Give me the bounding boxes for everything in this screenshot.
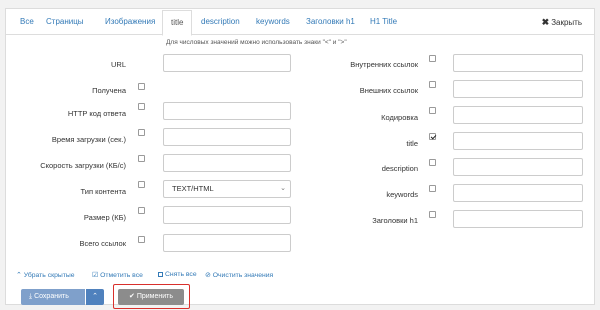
received-checkbox[interactable] [138, 83, 145, 90]
url-input[interactable] [163, 54, 291, 72]
check-all-link[interactable]: ☑ Отметить все [92, 271, 143, 279]
save-button[interactable]: ⤓ Сохранить [21, 289, 85, 305]
size-input[interactable] [163, 206, 291, 224]
http-code-input[interactable] [163, 102, 291, 120]
checkbox-checked-icon: ☑ [92, 272, 99, 279]
content-type-label: Тип контента [80, 187, 126, 196]
total-links-input[interactable] [163, 234, 291, 252]
size-checkbox[interactable] [138, 207, 145, 214]
tab-keywords[interactable]: keywords [256, 9, 290, 35]
hide-hidden-link[interactable]: ⌃ Убрать скрытые [16, 271, 75, 279]
internal-links-label: Внутренних ссылок [350, 60, 418, 69]
internal-links-checkbox[interactable] [429, 55, 436, 62]
h1-headings-checkbox[interactable] [429, 211, 436, 218]
close-button[interactable]: ✖ Закрыть [542, 9, 582, 35]
external-links-input[interactable] [453, 80, 583, 98]
size-label: Размер (КБ) [83, 213, 126, 222]
filter-panel: Все Страницы Изображения title descripti… [5, 8, 595, 309]
check-all-label: Отметить все [100, 272, 143, 279]
keywords-input[interactable] [453, 184, 583, 202]
ban-icon: ⊘ [205, 272, 211, 279]
description-checkbox[interactable] [429, 159, 436, 166]
check-icon: ✔ [129, 293, 135, 300]
tab-bar: Все Страницы Изображения title descripti… [6, 9, 594, 36]
close-icon: ✖ [541, 17, 550, 27]
encoding-input[interactable] [453, 106, 583, 124]
uncheck-all-link[interactable]: Снять все [158, 271, 197, 278]
encoding-label: Кодировка [381, 113, 418, 122]
tab-h1-title[interactable]: H1 Title [370, 9, 397, 35]
http-code-checkbox[interactable] [138, 103, 145, 110]
h1-headings-label: Заголовки h1 [372, 216, 418, 225]
content-type-value: TEXT/HTML [172, 184, 214, 193]
external-links-label: Внешних ссылок [359, 86, 418, 95]
received-label: Получена [92, 86, 126, 95]
content-type-select[interactable]: TEXT/HTML ⌄ [163, 180, 291, 198]
tab-h1-headings[interactable]: Заголовки h1 [306, 9, 355, 35]
title-label: title [406, 139, 418, 148]
total-links-label: Всего ссылок [79, 239, 126, 248]
content-type-checkbox[interactable] [138, 181, 145, 188]
clear-values-link[interactable]: ⊘ Очистить значения [205, 271, 273, 279]
load-speed-checkbox[interactable] [138, 155, 145, 162]
http-code-label: HTTP код ответа [67, 109, 126, 118]
internal-links-input[interactable] [453, 54, 583, 72]
keywords-checkbox[interactable] [429, 185, 436, 192]
download-icon: ⤓ [29, 293, 33, 300]
external-links-checkbox[interactable] [429, 81, 436, 88]
tab-description[interactable]: description [201, 9, 240, 35]
close-label: Закрыть [551, 18, 582, 27]
apply-label: Применить [136, 293, 173, 300]
title-checkbox[interactable] [429, 133, 436, 140]
tab-images[interactable]: Изображения [105, 9, 155, 35]
load-speed-label: Скорость загрузки (КБ/с) [40, 161, 126, 170]
hide-hidden-label: Убрать скрытые [23, 272, 75, 279]
load-speed-input[interactable] [163, 154, 291, 172]
save-options-button[interactable]: ⌃ [86, 289, 104, 305]
apply-button[interactable]: ✔ Применить [118, 289, 184, 305]
numeric-hint: Для числовых значений можно использовать… [166, 39, 347, 46]
keywords-label: keywords [386, 190, 418, 199]
uncheck-all-label: Снять все [165, 271, 197, 278]
title-input[interactable] [453, 132, 583, 150]
tab-pages[interactable]: Страницы [46, 9, 84, 35]
load-time-input[interactable] [163, 128, 291, 146]
load-time-label: Время загрузки (сек.) [51, 135, 126, 144]
chevron-up-icon: ⌃ [16, 272, 22, 279]
load-time-checkbox[interactable] [138, 129, 145, 136]
tab-title[interactable]: title [162, 10, 193, 36]
save-label: Сохранить [34, 293, 69, 300]
total-links-checkbox[interactable] [138, 236, 145, 243]
h1-headings-input[interactable] [453, 210, 583, 228]
chevron-up-icon: ⌃ [92, 293, 98, 300]
tab-all[interactable]: Все [20, 9, 34, 35]
clear-values-label: Очистить значения [212, 272, 274, 279]
checkbox-empty-icon [158, 271, 163, 277]
chevron-down-icon: ⌄ [280, 185, 286, 192]
url-label: URL [110, 60, 126, 69]
encoding-checkbox[interactable] [429, 107, 436, 114]
description-input[interactable] [453, 158, 583, 176]
description-label: description [381, 164, 418, 173]
